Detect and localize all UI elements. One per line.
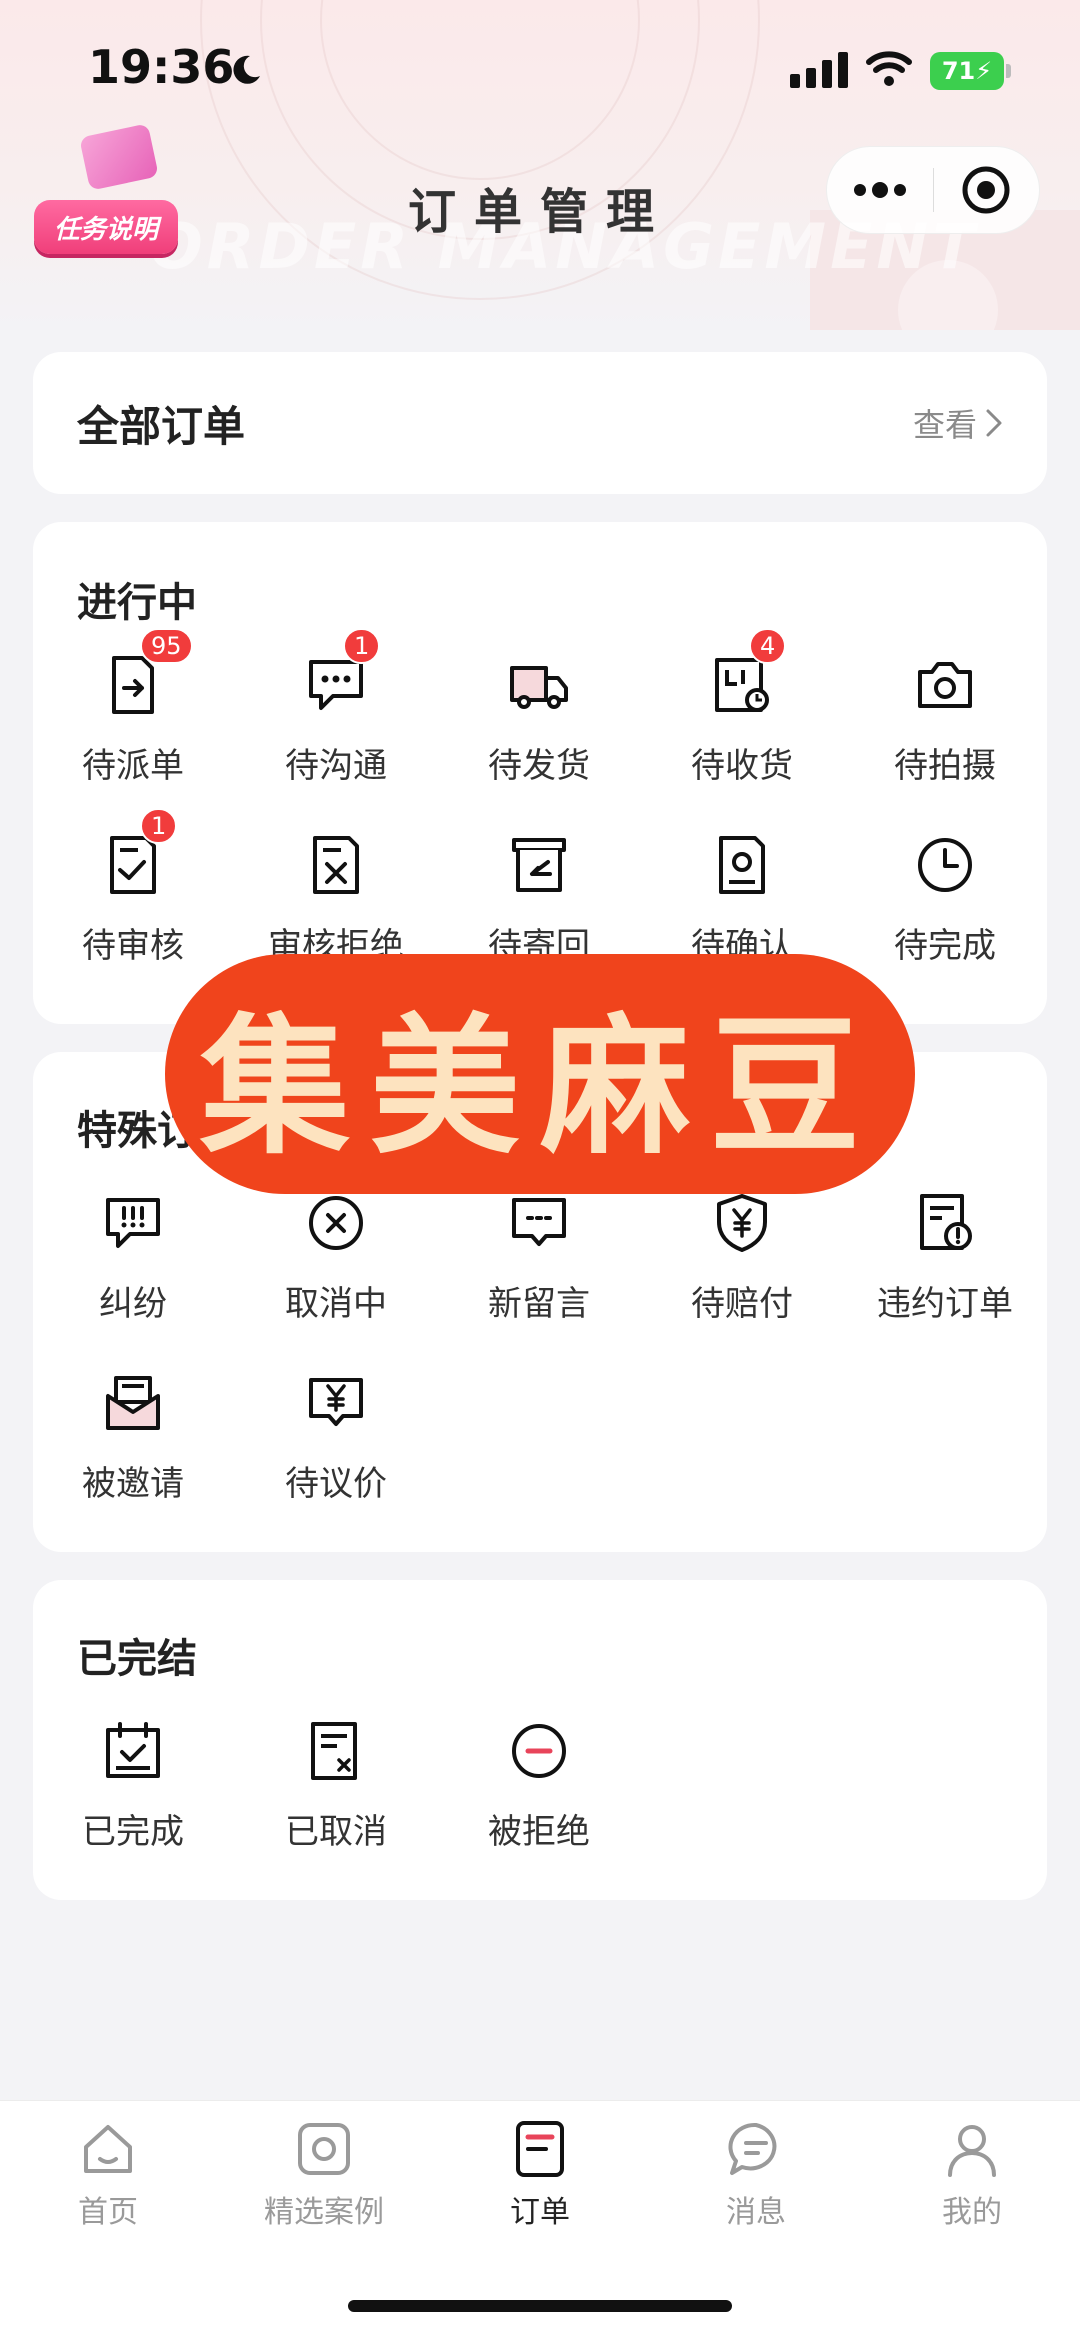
- finished-orders-card: 已完结 已完成 已取消 被拒绝: [33, 1580, 1047, 1900]
- order-status-item[interactable]: 违约订单: [845, 1182, 1045, 1332]
- item-label: 已完成: [82, 1812, 184, 1852]
- close-miniprogram-button[interactable]: [934, 146, 1040, 234]
- order-status-item[interactable]: 4 待收货: [642, 628, 842, 794]
- minus-circle-icon: [512, 1724, 566, 1778]
- all-orders-title: 全部订单: [77, 401, 246, 451]
- target-close-icon: [962, 166, 1010, 214]
- document-cancel-icon: [311, 1722, 357, 1780]
- calendar-check-icon: [106, 1722, 160, 1778]
- camera-square-icon: [298, 2123, 350, 2175]
- order-status-item[interactable]: 待拍摄: [845, 644, 1045, 794]
- order-status-item[interactable]: 纠纷: [33, 1182, 233, 1332]
- overlay-stamp: 集美麻豆: [165, 954, 915, 1194]
- status-bar: 19:36 71 ⚡: [0, 0, 1080, 140]
- item-label: 待收货: [691, 746, 793, 786]
- order-status-item[interactable]: 待发货: [439, 644, 639, 794]
- in-progress-card: 进行中 95 待派单 1 待沟通 待发货 4 待收货 待拍摄 1 待审核 审核拒…: [33, 522, 1047, 1024]
- tab-orders[interactable]: 订单: [432, 2121, 648, 2251]
- envelope-icon: [106, 1376, 160, 1430]
- more-button[interactable]: [827, 146, 933, 234]
- status-time: 19:36: [88, 40, 235, 94]
- cellular-signal-icon: [790, 52, 848, 88]
- order-status-item[interactable]: 1 待沟通: [236, 628, 436, 794]
- item-label: 违约订单: [877, 1284, 1013, 1324]
- truck-icon: [510, 666, 568, 709]
- tab-label: 我的: [942, 2195, 1002, 2230]
- item-label: 被拒绝: [488, 1812, 590, 1852]
- order-status-item[interactable]: 待确认: [642, 824, 842, 974]
- item-label: 待赔付: [691, 1284, 793, 1324]
- more-dots-icon: [853, 182, 906, 198]
- view-all-link[interactable]: 查看: [913, 400, 1003, 446]
- order-status-item[interactable]: 被拒绝: [439, 1710, 639, 1860]
- item-label: 待议价: [285, 1464, 387, 1504]
- tab-home[interactable]: 首页: [0, 2121, 216, 2251]
- chevron-right-icon: [986, 409, 1002, 437]
- tab-label: 消息: [726, 2195, 786, 2230]
- tab-label: 订单: [510, 2195, 570, 2230]
- order-status-item[interactable]: 被邀请: [33, 1362, 233, 1512]
- item-label: 待发货: [488, 746, 590, 786]
- item-label: 已取消: [285, 1812, 387, 1852]
- count-badge: 1: [140, 808, 178, 844]
- home-indicator[interactable]: [348, 2300, 732, 2312]
- all-orders-card[interactable]: 全部订单 查看: [33, 352, 1047, 494]
- order-status-item[interactable]: 95 待派单: [33, 628, 233, 794]
- order-status-item[interactable]: 新留言: [439, 1182, 639, 1332]
- user-icon: [948, 2125, 996, 2177]
- count-badge: 1: [343, 628, 381, 664]
- order-status-item[interactable]: 待议价: [236, 1362, 436, 1512]
- order-status-item[interactable]: 取消中: [236, 1182, 436, 1332]
- item-label: 纠纷: [99, 1284, 167, 1324]
- order-status-item[interactable]: 审核拒绝: [236, 824, 436, 974]
- count-badge: 4: [749, 628, 787, 664]
- wifi-icon: [866, 51, 912, 86]
- tab-profile[interactable]: 我的: [864, 2121, 1080, 2251]
- cancel-circle-icon: [309, 1196, 363, 1250]
- order-status-item[interactable]: 已取消: [236, 1710, 436, 1860]
- order-status-item[interactable]: 1 待审核: [33, 808, 233, 974]
- finished-orders-title: 已完结: [77, 1636, 197, 1682]
- tab-featured-cases[interactable]: 精选案例: [216, 2121, 432, 2251]
- item-label: 待派单: [82, 746, 184, 786]
- in-progress-title: 进行中: [77, 580, 197, 626]
- document-warning-icon: [920, 1194, 972, 1250]
- order-status-item[interactable]: 待寄回: [439, 824, 639, 974]
- count-badge: 95: [140, 628, 193, 664]
- home-icon: [84, 2125, 132, 2173]
- tab-label: 首页: [78, 2195, 138, 2230]
- item-label: 待沟通: [285, 746, 387, 786]
- tab-messages[interactable]: 消息: [648, 2121, 864, 2251]
- tab-label: 精选案例: [264, 2195, 384, 2230]
- miniprogram-capsule: [826, 146, 1040, 234]
- order-status-item[interactable]: 待完成: [845, 824, 1045, 974]
- order-status-item[interactable]: 已完成: [33, 1710, 233, 1860]
- chat-icon: [728, 2122, 777, 2175]
- view-all-label: 查看: [912, 406, 977, 444]
- document-x-icon: [313, 836, 359, 894]
- item-label: 被邀请: [82, 1464, 184, 1504]
- item-label: 新留言: [488, 1284, 590, 1324]
- battery-level: 71: [941, 57, 976, 85]
- order-status-item[interactable]: 待赔付: [642, 1182, 842, 1332]
- battery-indicator: 71 ⚡: [930, 52, 1004, 90]
- return-box-icon: [512, 838, 566, 892]
- yen-chat-icon: [309, 1378, 363, 1426]
- item-label: 待拍摄: [894, 746, 996, 786]
- clock-icon: [918, 838, 972, 892]
- shield-yen-icon: [717, 1194, 767, 1252]
- overlay-stamp-text: 集美麻豆: [199, 998, 880, 1175]
- item-label: 取消中: [285, 1284, 387, 1324]
- camera-icon: [918, 662, 972, 708]
- moon-icon: [233, 55, 260, 84]
- document-user-icon: [719, 836, 765, 894]
- order-icon: [516, 2121, 564, 2177]
- message-icon: [512, 1198, 566, 1246]
- alert-chat-icon: [106, 1198, 160, 1248]
